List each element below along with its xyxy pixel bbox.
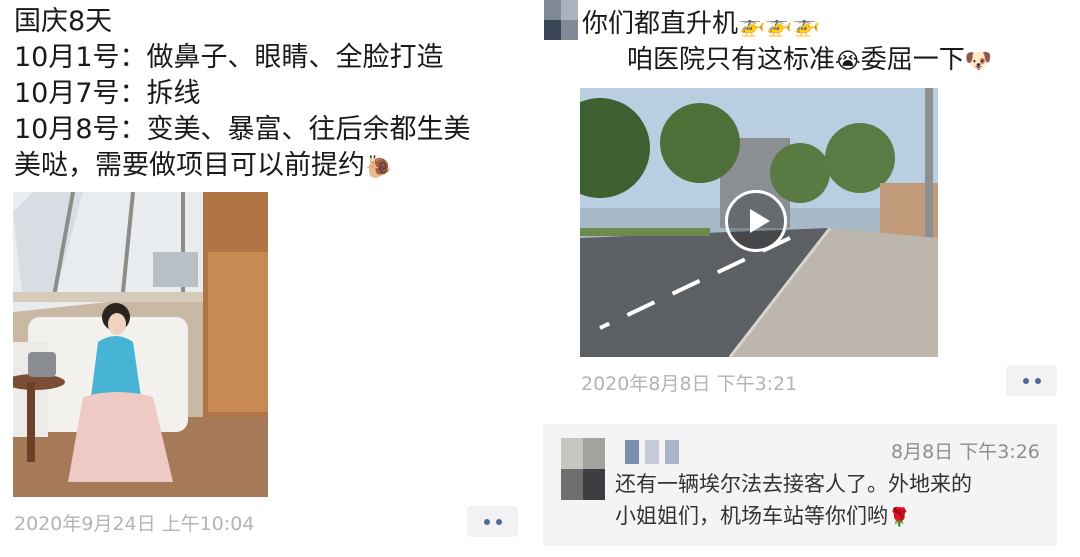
post-text-line: 国庆8天 — [14, 6, 113, 37]
more-options-button[interactable] — [1006, 365, 1057, 396]
comment-time: 8月8日 下午3:26 — [891, 441, 1040, 463]
snail-emoji-icon: 🐌 — [365, 155, 393, 180]
post-video[interactable] — [580, 88, 938, 357]
dot-icon — [1022, 377, 1029, 384]
dot-icon — [483, 518, 490, 525]
post-text-line: 10月1号：做鼻子、眼睛、全脸打造 — [14, 42, 444, 73]
post-timestamp: 2020年8月8日 下午3:21 — [581, 373, 798, 395]
photo-woman-on-sofa — [13, 192, 268, 497]
dog-face-emoji-icon: 🐶 — [964, 49, 993, 74]
comment-text-line-with-emoji: 小姐姐们，机场车站等你们哟🌹 — [615, 502, 910, 532]
dot-icon — [495, 518, 502, 525]
comment-area: 8月8日 下午3:26 还有一辆埃尔法去接客人了。外地来的 小姐姐们，机场车站等… — [543, 424, 1057, 546]
commenter-avatar[interactable] — [561, 438, 605, 500]
commenter-name-blurred[interactable] — [625, 440, 685, 464]
post-text: 你们都直升机 — [582, 9, 739, 39]
comment-text: 小姐姐们，机场车站等你们哟 — [615, 504, 888, 528]
post-timestamp: 2020年9月24日 上午10:04 — [14, 513, 255, 535]
post-photo[interactable] — [13, 192, 268, 497]
rose-emoji-icon: 🌹 — [888, 507, 911, 528]
dot-icon — [1034, 377, 1041, 384]
avatar-blurred-image — [561, 438, 605, 500]
post-text-line: 10月8号：变美、暴富、往后余都生美 — [14, 114, 471, 145]
helicopter-emoji-icon: 🚁🚁🚁 — [738, 13, 821, 38]
post-text: 咱医院只有这标准 — [627, 45, 836, 75]
comment-text-line: 还有一辆埃尔法去接客人了。外地来的 — [615, 472, 972, 496]
post-text-line-with-emoji: 你们都直升机🚁🚁🚁 — [582, 6, 820, 44]
post-text-line-with-emoji: 咱医院只有这标准😭委屈一下🐶 — [627, 42, 992, 80]
post-text: 美哒，需要做项目可以前提约 — [14, 150, 365, 181]
avatar[interactable] — [544, 0, 578, 40]
play-icon[interactable] — [725, 190, 787, 252]
post-text-line-with-emoji: 美哒，需要做项目可以前提约🐌 — [14, 148, 392, 186]
more-options-button[interactable] — [467, 506, 518, 537]
blurred-name-image — [625, 440, 679, 464]
panel-divider — [528, 0, 536, 557]
crying-face-emoji-icon: 😭 — [835, 49, 861, 74]
avatar-blurred-image — [544, 0, 578, 40]
post-text: 委屈一下 — [860, 45, 965, 75]
post-text-line: 10月7号：拆线 — [14, 78, 201, 109]
left-moment-post: 国庆8天 10月1号：做鼻子、眼睛、全脸打造 10月7号：拆线 10月8号：变美… — [0, 0, 528, 557]
